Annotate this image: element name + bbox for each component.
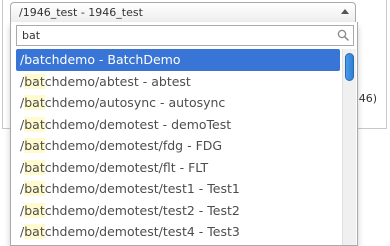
result-rest-text: chdemo/demotest/flt - FLT bbox=[44, 159, 209, 175]
result-match-text: bat bbox=[24, 138, 45, 153]
result-match-text: bat bbox=[24, 202, 45, 218]
result-match-text: bat bbox=[24, 52, 45, 67]
background-side-text: :46) bbox=[355, 92, 377, 105]
result-match-text: bat bbox=[24, 181, 45, 196]
scrollbar-thumb[interactable] bbox=[345, 53, 354, 81]
result-item[interactable]: /batchdemo/abtest - abtest bbox=[16, 71, 340, 93]
result-item[interactable]: /batchdemo/demotest/test4 - Test3 bbox=[16, 221, 340, 243]
results-list: /batchdemo - BatchDemo/batchdemo/abtest … bbox=[16, 49, 340, 245]
result-item[interactable]: /batchdemo/demotest/test1 - Test1 bbox=[16, 178, 340, 200]
result-rest-text: chdemo/demotest/test2 - Test2 bbox=[44, 202, 240, 218]
search-input[interactable] bbox=[17, 26, 332, 45]
result-rest-text: chdemo - BatchDemo bbox=[44, 52, 181, 67]
result-item[interactable]: /batchdemo/autosync - autosync bbox=[16, 92, 340, 114]
result-match-text: bat bbox=[24, 95, 45, 110]
result-item[interactable]: /batchdemo/demotest/fdg - FDG bbox=[16, 135, 340, 157]
result-item[interactable]: /batchdemo - BatchDemo bbox=[16, 49, 340, 71]
result-rest-text: chdemo/demotest/test4 - Test3 bbox=[44, 224, 240, 239]
result-rest-text: chdemo/demotest - demoTest bbox=[44, 116, 232, 132]
result-match-text: bat bbox=[24, 159, 45, 175]
project-select[interactable]: /1946_test - 1946_test bbox=[10, 2, 356, 23]
search-box bbox=[16, 25, 354, 46]
result-match-text: bat bbox=[24, 224, 45, 239]
result-item[interactable]: /batchdemo/demotest/flt - FLT bbox=[16, 157, 340, 179]
result-rest-text: chdemo/demotest/test1 - Test1 bbox=[44, 181, 240, 196]
select-selected-value: /1946_test - 1946_test bbox=[19, 6, 143, 19]
search-icon bbox=[337, 29, 349, 41]
select-dropdown: /batchdemo - BatchDemo/batchdemo/abtest … bbox=[10, 22, 358, 246]
chevron-up-icon bbox=[341, 9, 349, 14]
result-match-text: bat bbox=[24, 73, 45, 89]
result-rest-text: chdemo/autosync - autosync bbox=[44, 95, 226, 110]
result-rest-text: chdemo/demotest/fdg - FDG bbox=[44, 138, 223, 153]
result-rest-text: chdemo/abtest - abtest bbox=[44, 73, 191, 89]
result-item[interactable]: /batchdemo/demotest - demoTest bbox=[16, 114, 340, 136]
result-match-text: bat bbox=[24, 116, 45, 132]
results-scrollbar[interactable] bbox=[342, 49, 356, 245]
result-item[interactable]: /batchdemo/demotest/test2 - Test2 bbox=[16, 200, 340, 222]
